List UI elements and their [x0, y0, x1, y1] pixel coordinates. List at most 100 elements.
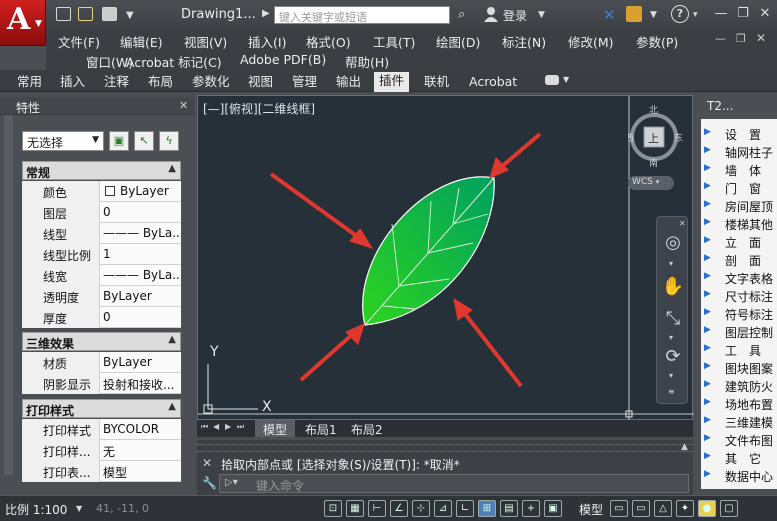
tab-online[interactable]: 联机 [419, 73, 454, 92]
chevron-down-icon[interactable]: ▾ [669, 371, 673, 380]
select-objects-icon[interactable]: ↖ [134, 131, 154, 151]
property-row[interactable]: 打印表... 模型 [22, 461, 181, 482]
expand-arrow-icon[interactable]: ▶ [262, 8, 270, 19]
annotation-scale[interactable]: 比例 1:100 [5, 501, 67, 518]
help-icon[interactable]: ? [671, 5, 689, 23]
minimize-button[interactable]: — [709, 3, 733, 25]
tarch-item[interactable]: ▶ 楼梯其他 [701, 214, 777, 232]
ortho-mode-icon[interactable]: ⊢ [368, 500, 386, 517]
close-icon[interactable]: ✕ [202, 456, 212, 470]
tab-acrobat[interactable]: Acrobat [464, 73, 522, 92]
tab-view[interactable]: 视图 [243, 73, 278, 92]
close-icon[interactable]: ✕ [179, 99, 188, 112]
section-plot-style[interactable]: 打印样式 ▲ [22, 399, 181, 418]
close-icon[interactable]: ✕ [679, 219, 686, 228]
tarch-item[interactable]: ▶ 尺寸标注 [701, 286, 777, 304]
property-row[interactable]: 透明度 ByLayer [22, 286, 181, 307]
quick-view-drawings-icon[interactable]: ▭ [632, 500, 650, 517]
new-file-icon[interactable] [56, 7, 71, 21]
tab-manage[interactable]: 管理 [287, 73, 322, 92]
section-3d-effects[interactable]: 三维效果 ▲ [22, 332, 181, 351]
menu-tools[interactable]: 工具(T) [373, 32, 415, 51]
wrench-icon[interactable]: 🔧 [202, 476, 217, 490]
wcs-menu[interactable]: WCS ▾ [628, 176, 674, 190]
tab-layout1[interactable]: 布局1 [297, 420, 345, 437]
selection-dropdown[interactable]: 无选择 ▼ [22, 131, 104, 151]
command-grip[interactable] [197, 444, 693, 452]
property-row[interactable]: 阴影显示 投射和接收... [22, 373, 181, 394]
3d-osnap-icon[interactable]: ⊿ [434, 500, 452, 517]
search-input[interactable]: 键入关键字或短语 [274, 6, 450, 24]
scroll-up-icon[interactable]: ▲ [681, 442, 688, 452]
object-snap-icon[interactable]: ⊹ [412, 500, 430, 517]
tarch-item[interactable]: ▶ 轴网柱子 [701, 142, 777, 160]
snap-mode-icon[interactable]: ⊡ [324, 500, 342, 517]
tab-first-icon[interactable]: ⏮ [201, 422, 208, 432]
menu-modify[interactable]: 修改(M) [568, 32, 614, 51]
tarch-item[interactable]: ▶ 设 置 [701, 124, 777, 142]
menu-parametric[interactable]: 参数(P) [636, 32, 678, 51]
tarch-item[interactable]: ▶ 符号标注 [701, 304, 777, 322]
lineweight-icon[interactable]: + [522, 500, 540, 517]
menu-adobe-pdf[interactable]: Adobe PDF(B) [240, 52, 326, 67]
tarch-item[interactable]: ▶ 数据中心 [701, 466, 777, 484]
lock-ui-icon[interactable]: ● [698, 500, 716, 517]
tarch-item[interactable]: ▶ 其 它 [701, 448, 777, 466]
quick-view-layouts-icon[interactable]: ▭ [610, 500, 628, 517]
command-input[interactable]: 键入命令 [219, 474, 689, 493]
doc-close-button[interactable]: ✕ [756, 31, 766, 45]
otrack-icon[interactable]: ∟ [456, 500, 474, 517]
open-folder-icon[interactable] [78, 7, 93, 21]
customize-icon[interactable]: ≡ [668, 387, 675, 396]
tab-prev-icon[interactable]: ◀ [213, 422, 219, 431]
property-row[interactable]: 打印样... 无 [22, 440, 181, 461]
orbit-icon[interactable]: ⟳ [659, 343, 687, 371]
tab-next-icon[interactable]: ▶ [225, 422, 231, 431]
tab-last-icon[interactable]: ⏭ [237, 422, 244, 432]
menu-dimension[interactable]: 标注(N) [502, 32, 546, 51]
menu-format[interactable]: 格式(O) [306, 32, 351, 51]
ribbon-toggle-icon[interactable] [545, 75, 559, 85]
property-row[interactable]: 材质 ByLayer [22, 352, 181, 373]
save-icon[interactable] [102, 7, 117, 21]
collapse-icon[interactable]: ▲ [168, 401, 176, 412]
tab-plugins[interactable]: 插件 [374, 72, 410, 92]
login-button[interactable]: 登录 [503, 7, 527, 24]
steering-wheel-icon[interactable]: ◎ [659, 229, 687, 257]
viewcube[interactable]: 上 北 南 东 西 [625, 100, 688, 173]
chevron-down-icon[interactable]: ▼ [538, 10, 545, 20]
menu-help[interactable]: 帮助(H) [345, 52, 389, 71]
tarch-item[interactable]: ▶ 建筑防火 [701, 376, 777, 394]
palette-strip[interactable] [4, 115, 13, 475]
tarch-item[interactable]: ▶ 文字表格 [701, 268, 777, 286]
tarch-item[interactable]: ▶ 立 面 [701, 232, 777, 250]
restore-button[interactable]: ❐ [731, 3, 755, 25]
clean-screen-icon[interactable]: ▢ [720, 500, 738, 517]
menu-view[interactable]: 视图(V) [184, 32, 227, 51]
property-row[interactable]: 线型比例 1 [22, 244, 181, 265]
collapse-icon[interactable]: ▲ [168, 163, 176, 174]
application-menu-button[interactable]: A ▼ [0, 0, 46, 46]
annotation-visibility-icon[interactable]: △ [654, 500, 672, 517]
property-row[interactable]: 打印样式 BYCOLOR [22, 419, 181, 440]
lock-icon[interactable] [626, 6, 642, 22]
tarch-item[interactable]: ▶ 三维建模 [701, 412, 777, 430]
section-general[interactable]: 常规 ▲ [22, 161, 181, 180]
tarch-item[interactable]: ▶ 剖 面 [701, 250, 777, 268]
menu-acrobat-markup[interactable]: Acrobat 标记(C) [126, 52, 222, 71]
property-row[interactable]: 线宽 ——— ByLa... [22, 265, 181, 286]
chevron-down-icon[interactable]: ▾ [693, 10, 698, 20]
chevron-down-icon[interactable]: ▼ [563, 75, 569, 84]
tab-layout2[interactable]: 布局2 [343, 420, 391, 437]
tarch-item[interactable]: ▶ 墙 体 [701, 160, 777, 178]
binoculars-icon[interactable]: ⌕ [458, 7, 465, 22]
menu-insert[interactable]: 插入(I) [248, 32, 286, 51]
menu-file[interactable]: 文件(F) [58, 32, 100, 51]
property-row[interactable]: 图层 0 [22, 202, 181, 223]
ducs-icon[interactable]: ⊞ [478, 500, 496, 517]
workspace-switching-icon[interactable]: ✦ [676, 500, 694, 517]
tarch-item[interactable]: ▶ 场地布置 [701, 394, 777, 412]
command-prompt-icon[interactable]: ▷▾ [225, 477, 238, 488]
exchange-icon[interactable]: ✕ [603, 6, 616, 24]
doc-restore-button[interactable]: ❐ [736, 32, 746, 45]
